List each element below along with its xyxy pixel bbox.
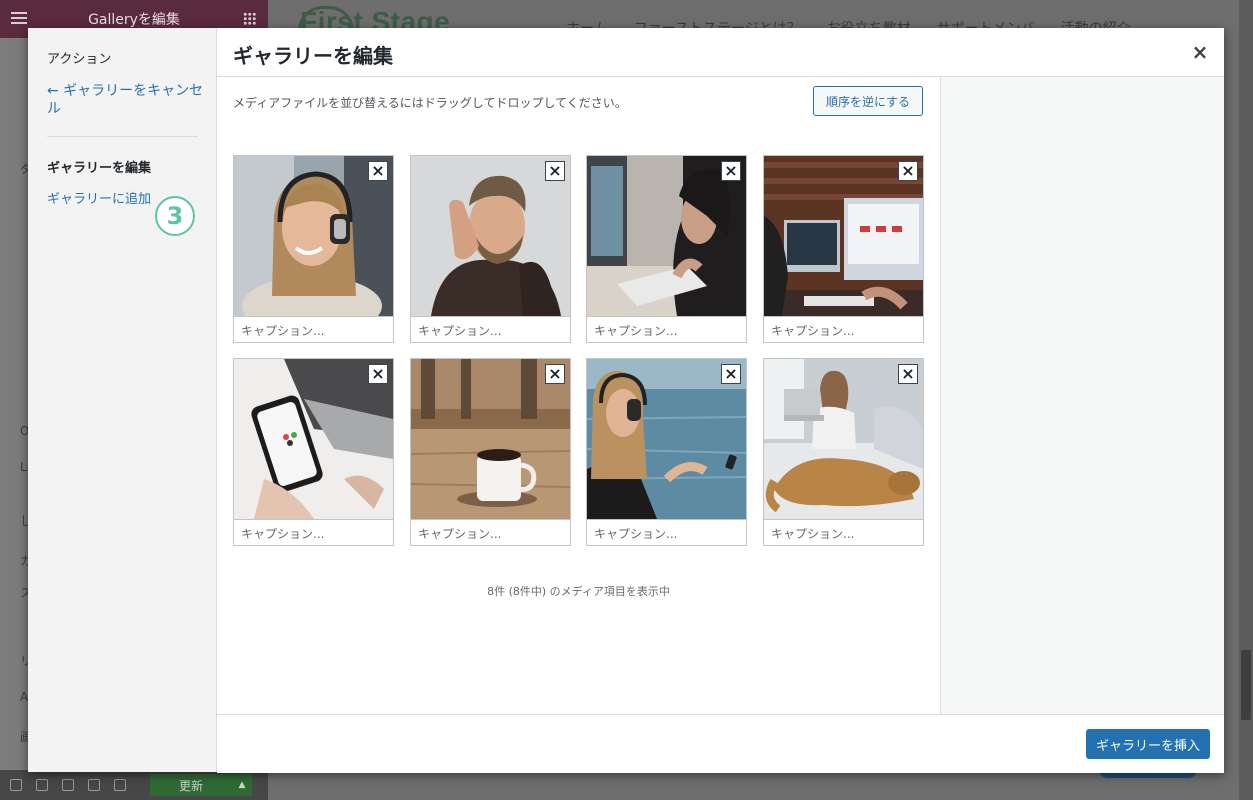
remove-icon[interactable]: × — [368, 364, 388, 384]
actions-heading: アクション — [47, 52, 112, 67]
gallery-item[interactable]: × キャプション... — [586, 358, 747, 546]
gallery-grid: × キャプション... × キャプション... × キャプション... × キャ… — [233, 155, 925, 547]
remove-icon[interactable]: × — [368, 161, 388, 181]
gallery-item[interactable]: × キャプション... — [233, 155, 394, 343]
gallery-item[interactable]: × キャプション... — [233, 358, 394, 546]
caret-up-icon[interactable]: ▲ — [232, 774, 252, 796]
sidebar-divider — [47, 136, 198, 137]
layers-icon[interactable] — [36, 779, 48, 791]
remove-icon[interactable]: × — [721, 364, 741, 384]
responsive-icon[interactable] — [88, 779, 100, 791]
remove-icon[interactable]: × — [545, 161, 565, 181]
remove-icon[interactable]: × — [898, 364, 918, 384]
gallery-content: メディアファイルを並び替えるにはドラッグしてドロップしてください。 順序を逆にす… — [217, 77, 940, 714]
caption-input[interactable]: キャプション... — [234, 316, 393, 342]
update-button[interactable]: 更新 — [150, 774, 232, 796]
caption-input[interactable]: キャプション... — [587, 519, 746, 545]
caption-input[interactable]: キャプション... — [234, 519, 393, 545]
media-modal: アクション ← ギャラリーをキャンセル ギャラリーを編集 ギャラリーに追加 3 … — [28, 28, 1224, 773]
remove-icon[interactable]: × — [545, 364, 565, 384]
menu-item-add-to-gallery[interactable]: ギャラリーに追加 — [47, 188, 151, 207]
modal-title-bar: ギャラリーを編集 × — [217, 28, 1224, 77]
remove-icon[interactable]: × — [721, 161, 741, 181]
gallery-item[interactable]: × キャプション... — [763, 155, 924, 343]
drag-instructions: メディアファイルを並び替えるにはドラッグしてドロップしてください。 — [233, 96, 627, 110]
caption-input[interactable]: キャプション... — [764, 519, 923, 545]
cancel-gallery-link[interactable]: ← ギャラリーをキャンセル — [47, 82, 205, 118]
modal-sidebar: アクション ← ギャラリーをキャンセル ギャラリーを編集 ギャラリーに追加 3 — [28, 28, 217, 772]
gallery-item[interactable]: × キャプション... — [410, 155, 571, 343]
settings-icon[interactable] — [10, 779, 22, 791]
editor-footer: 更新 ▲ — [0, 770, 268, 800]
caption-input[interactable]: キャプション... — [764, 316, 923, 342]
gallery-item[interactable]: × キャプション... — [763, 358, 924, 546]
menu-item-edit-gallery[interactable]: ギャラリーを編集 — [47, 157, 151, 176]
reverse-order-button[interactable]: 順序を逆にする — [813, 86, 923, 116]
editor-panel-title: Galleryを編集 — [88, 12, 180, 28]
preview-icon[interactable] — [114, 779, 126, 791]
gallery-item[interactable]: × キャプション... — [410, 358, 571, 546]
attachment-details-panel — [940, 77, 1224, 714]
scrollbar-thumb[interactable] — [1241, 650, 1251, 720]
caption-input[interactable]: キャプション... — [411, 316, 570, 342]
history-icon[interactable] — [62, 779, 74, 791]
panel-label: A — [20, 690, 29, 704]
caption-input[interactable]: キャプション... — [411, 519, 570, 545]
media-count-text: 8件 (8件中) のメディア項目を表示中 — [487, 585, 670, 598]
modal-toolbar: ギャラリーを挿入 — [217, 714, 1224, 773]
page-scrollbar[interactable] — [1239, 0, 1253, 800]
modal-title: ギャラリーを編集 — [233, 44, 393, 68]
hamburger-icon[interactable] — [11, 12, 27, 24]
insert-gallery-button[interactable]: ギャラリーを挿入 — [1086, 729, 1210, 759]
caption-input[interactable]: キャプション... — [587, 316, 746, 342]
remove-icon[interactable]: × — [898, 161, 918, 181]
close-icon[interactable]: × — [1190, 42, 1210, 62]
step-number-badge: 3 — [155, 196, 195, 236]
gallery-item[interactable]: × キャプション... — [586, 155, 747, 343]
apps-grid-icon[interactable] — [243, 12, 256, 25]
